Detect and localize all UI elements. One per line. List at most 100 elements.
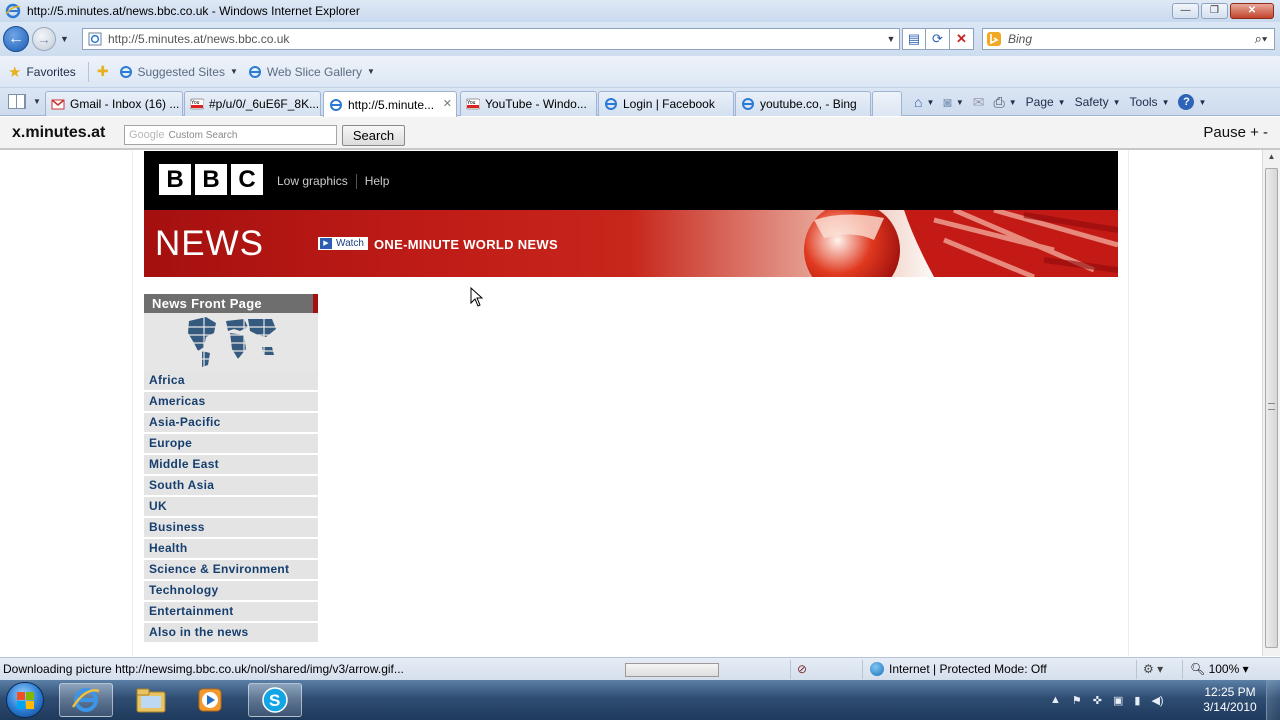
tab-gmail[interactable]: Gmail - Inbox (16) ... [45,91,183,116]
feeds-button[interactable]: ◙ ▼ [943,94,963,110]
popup-blocker-icon[interactable]: ⊘ [797,662,807,676]
network-icon[interactable]: ▮ [1134,694,1140,707]
add-to-favorites-icon[interactable]: ✚ [97,63,109,80]
tab-bing[interactable]: youtube.co, - Bing [735,91,871,116]
nav-item-science-environment[interactable]: Science & Environment [144,560,318,579]
command-bar: ⌂ ▼ ◙ ▼ ✉ ⎙ ▼ Page ▼ Safety ▼ Tools ▼ ? ▼ [914,91,1215,113]
quick-tabs-icon[interactable] [8,94,26,109]
clock-date: 3/14/2010 [1203,700,1257,714]
one-minute-world-news-link[interactable]: ONE-MINUTE WORLD NEWS [374,237,558,252]
tab-bbc-news[interactable]: http://5.minute... ✕ [323,91,457,117]
address-bar[interactable]: http://5.minutes.at/news.bbc.co.uk ▼ [82,28,900,50]
show-hidden-icons[interactable]: ▲ [1050,694,1061,706]
mail-icon: ✉ [972,93,985,110]
change-zoom-dropdown-icon[interactable]: ⚙ ▾ [1143,662,1163,676]
tab-label: YouTube - Windo... [485,97,587,111]
favorites-label: Favorites [26,64,76,79]
scrollbar-thumb[interactable] [1265,168,1278,648]
nav-item-asia-pacific[interactable]: Asia-Pacific [144,413,318,432]
nav-item-south-asia[interactable]: South Asia [144,476,318,495]
printer-icon: ⎙ [993,93,1005,110]
search-box[interactable]: Bing ⌕▾ [982,28,1275,50]
security-zone[interactable]: Internet | Protected Mode: Off [870,662,1047,676]
search-button[interactable]: Search [342,125,405,146]
address-url[interactable]: http://5.minutes.at/news.bbc.co.uk [108,32,883,46]
minutes-brand[interactable]: x.minutes.at [12,124,105,142]
google-search-input[interactable]: Google Custom Search [124,125,337,145]
nav-item-entertainment[interactable]: Entertainment [144,602,318,621]
system-clock[interactable]: 12:25 PM 3/14/2010 [1198,685,1262,715]
page-icon [88,32,102,46]
taskbar-internet-explorer[interactable] [59,683,113,717]
show-desktop-button[interactable] [1266,680,1280,720]
world-map-icon[interactable] [144,313,318,371]
nav-item-africa[interactable]: Africa [144,371,318,390]
taskbar-media-player[interactable] [183,683,237,717]
search-placeholder[interactable]: Bing [1008,32,1248,46]
recent-pages-dropdown[interactable]: ▼ [60,34,69,44]
chevron-down-icon: ▼ [367,67,375,76]
close-button[interactable]: ✕ [1230,3,1274,19]
watch-button[interactable]: ▶ Watch [318,237,368,250]
forward-button[interactable]: → [32,27,56,51]
ie-page-icon [742,98,754,110]
zoom-value: 100% [1208,662,1240,676]
nav-item-business[interactable]: Business [144,518,318,537]
low-graphics-link[interactable]: Low graphics [277,174,356,189]
volume-icon[interactable]: ◀) [1151,694,1163,707]
nav-item-middle-east[interactable]: Middle East [144,455,318,474]
print-button[interactable]: ⎙ ▼ [994,94,1017,111]
nav-item-technology[interactable]: Technology [144,581,318,600]
help-link[interactable]: Help [365,174,398,189]
page-menu[interactable]: Page ▼ [1026,95,1066,109]
scroll-up-icon[interactable]: ▲ [1263,152,1280,166]
nav-item-health[interactable]: Health [144,539,318,558]
taskbar-windows-explorer[interactable] [124,683,178,717]
action-center-icon[interactable]: ⚑ [1072,694,1082,707]
tools-menu[interactable]: Tools ▼ [1130,95,1170,109]
device-icon[interactable]: ▣ [1113,694,1123,707]
tab-label: Login | Facebook [623,97,715,111]
read-mail-button[interactable]: ✉ [973,94,985,111]
back-button[interactable]: ← [3,26,29,52]
help-menu[interactable]: ? ▼ [1178,94,1206,110]
web-slice-gallery-button[interactable]: Web Slice Gallery ▼ [248,65,375,79]
gmail-icon [51,99,65,110]
rss-feed-icon: ◙ [943,94,952,110]
tab-youtube-video[interactable]: You #p/u/0/_6uE6F_8K... [184,91,321,116]
news-front-page-link[interactable]: News Front Page [144,294,318,313]
stop-icon[interactable]: ✕ [950,28,974,50]
close-tab-icon[interactable]: ✕ [443,97,452,110]
start-button[interactable] [6,682,44,718]
tab-youtube-windows[interactable]: You YouTube - Windo... [460,91,597,116]
nav-item-also-in-the-news[interactable]: Also in the news [144,623,318,642]
news-banner: NEWS ▶ Watch ONE-MINUTE WORLD NEWS [144,210,1118,277]
tab-list-dropdown[interactable]: ▼ [33,97,41,106]
tab-facebook[interactable]: Login | Facebook [598,91,734,116]
safety-menu[interactable]: Safety ▼ [1075,95,1121,109]
suggested-sites-button[interactable]: Suggested Sites ▼ [119,65,238,79]
window-title: http://5.minutes.at/news.bbc.co.uk - Win… [27,4,360,18]
nav-item-americas[interactable]: Americas [144,392,318,411]
compatibility-view-icon[interactable]: ▤ [902,28,926,50]
refresh-icon[interactable]: ⟳ [926,28,950,50]
search-icon[interactable]: ⌕▾ [1248,31,1274,47]
tab-label: youtube.co, - Bing [760,97,857,111]
home-button[interactable]: ⌂ ▼ [914,94,934,110]
left-margin [0,150,133,656]
news-title[interactable]: NEWS [155,224,264,264]
bbc-logo[interactable]: B B C [159,164,263,195]
taskbar-skype[interactable]: S [248,683,302,717]
tray-app-icon[interactable]: ✜ [1093,694,1102,707]
pause-controls[interactable]: Pause + - [1203,124,1268,141]
address-dropdown-icon[interactable]: ▼ [883,34,899,44]
zoom-level[interactable]: 🔍︎ 100% ▾ [1190,662,1249,676]
favorites-button[interactable]: ★ Favorites [8,63,76,81]
minimize-button[interactable]: — [1172,3,1199,19]
nav-item-europe[interactable]: Europe [144,434,318,453]
tab-label: http://5.minute... [348,97,435,112]
nav-item-uk[interactable]: UK [144,497,318,516]
new-tab-button[interactable] [872,91,902,116]
vertical-scrollbar[interactable]: ▲ [1262,150,1280,656]
restore-button[interactable]: ❐ [1201,3,1228,19]
